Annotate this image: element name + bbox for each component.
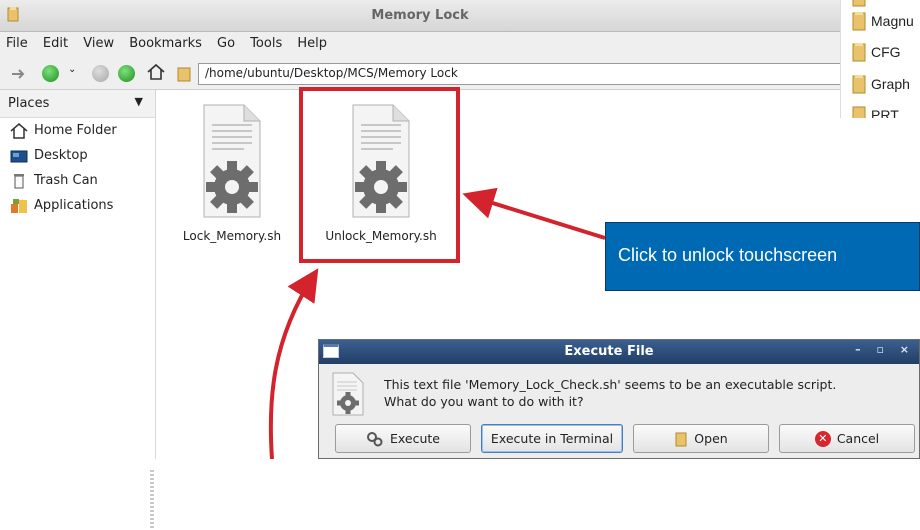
sidebar-item-desktop[interactable]: Desktop (0, 143, 155, 168)
menu-bar: File Edit View Bookmarks Go Tools Help (0, 32, 840, 58)
script-file-icon (200, 104, 264, 225)
list-item-label: Magnu (871, 13, 914, 29)
list-item[interactable]: CFG (851, 40, 901, 64)
chevron-down-icon[interactable]: ▼ (135, 95, 143, 108)
folder-icon (852, 106, 866, 118)
cancel-label: Cancel (836, 431, 880, 446)
places-header[interactable]: Places ▼ (0, 90, 155, 118)
cancel-icon: ✕ (814, 430, 831, 447)
forward-icon[interactable] (92, 65, 109, 82)
callout-label: Click to unlock touchscreen (605, 222, 920, 291)
menu-file[interactable]: File (6, 36, 28, 51)
sidebar-item-label: Desktop (34, 148, 88, 163)
sidebar-item-trash-can[interactable]: Trash Can (0, 168, 155, 193)
folder-icon (852, 43, 866, 62)
menu-help[interactable]: Help (297, 36, 327, 51)
desktop-icon (10, 148, 28, 164)
places-label: Places (8, 96, 50, 111)
gears-icon (366, 431, 384, 447)
window-controls[interactable]: – ▫ × (855, 343, 915, 356)
sidebar-item-label: Trash Can (34, 173, 98, 188)
new-tab-arrow-icon[interactable] (10, 67, 30, 85)
path-folder-icon (176, 64, 192, 86)
highlight-box (299, 87, 460, 263)
home-icon (10, 122, 28, 139)
script-file-icon (331, 372, 365, 420)
dialog-title: Execute File (564, 344, 654, 359)
window-titlebar: Memory Lock (0, 0, 840, 32)
sidebar-item-applications[interactable]: Applications (0, 193, 155, 218)
file-item-lock-memory[interactable]: Lock_Memory.sh (167, 103, 297, 243)
execute-button[interactable]: Execute (335, 424, 471, 453)
cancel-button[interactable]: ✕ Cancel (779, 424, 915, 453)
back-history-chevron-icon[interactable]: ⌄ (68, 64, 76, 75)
sidebar-item-home-folder[interactable]: Home Folder (0, 118, 155, 143)
trash-icon (10, 173, 28, 189)
menu-edit[interactable]: Edit (43, 36, 68, 51)
list-item-label: CFG (871, 44, 901, 60)
execute-file-dialog: Execute File – ▫ × This text file 'Memor… (318, 339, 920, 459)
list-item-label: PRT (871, 107, 899, 118)
dialog-titlebar: Execute File – ▫ × (319, 340, 919, 364)
menu-tools[interactable]: Tools (250, 36, 282, 51)
menu-go[interactable]: Go (217, 36, 235, 51)
menu-bookmarks[interactable]: Bookmarks (129, 36, 202, 51)
sidebar-item-label: Applications (34, 198, 114, 213)
file-name: Lock_Memory.sh (182, 229, 282, 243)
background-folder-list: Magnu CFG Graph PRT (840, 0, 920, 118)
execute-in-terminal-button[interactable]: Execute in Terminal (481, 424, 623, 453)
execute-in-terminal-label: Execute in Terminal (490, 431, 614, 446)
list-item[interactable]: Magnu (851, 9, 914, 33)
location-path-input[interactable]: /home/ubuntu/Desktop/MCS/Memory Lock (198, 63, 848, 85)
home-icon[interactable] (146, 63, 166, 85)
open-label: Open (694, 431, 728, 446)
list-item-label: Graph (871, 76, 910, 92)
sidebar: Places ▼ Home Folder Desktop Trash Can A… (0, 90, 156, 530)
sidebar-item-label: Home Folder (34, 123, 117, 138)
dialog-message-line: What do you want to do with it? (384, 394, 584, 409)
open-button[interactable]: Open (633, 424, 769, 453)
folder-icon (852, 75, 866, 94)
window-title: Memory Lock (371, 8, 469, 23)
menu-view[interactable]: View (83, 36, 114, 51)
folder-icon (852, 12, 866, 31)
list-item[interactable]: Graph (851, 72, 910, 96)
folder-icon (852, 0, 866, 7)
applications-icon (10, 198, 28, 214)
dialog-message: This text file 'Memory_Lock_Check.sh' se… (384, 376, 836, 410)
toolbar: ⌄ /home/ubuntu/Desktop/MCS/Memory Lock (0, 58, 848, 90)
execute-label: Execute (390, 431, 440, 446)
dialog-message-line: This text file 'Memory_Lock_Check.sh' se… (384, 377, 837, 392)
back-icon[interactable] (42, 65, 59, 82)
list-item[interactable]: PRT (851, 103, 899, 118)
folder-icon (674, 431, 688, 447)
sidebar-resize-handle[interactable] (150, 470, 154, 530)
up-icon[interactable] (118, 65, 135, 82)
